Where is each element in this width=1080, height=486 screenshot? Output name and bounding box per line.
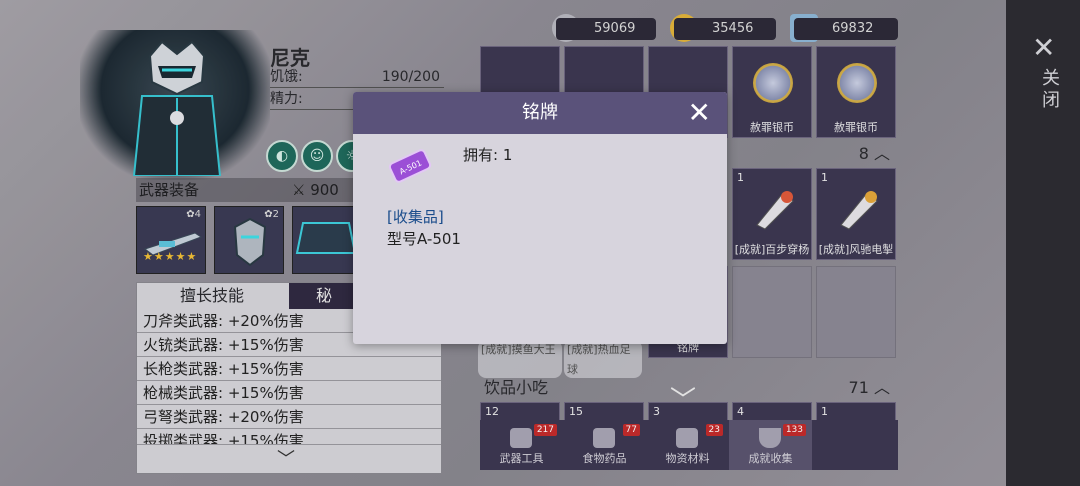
close-icon[interactable]: ✕ [1032, 34, 1055, 62]
close-icon[interactable]: ✕ [688, 92, 711, 134]
close-label[interactable]: 关闭 [1036, 68, 1062, 112]
close-panel[interactable]: ✕ 关闭 [1006, 0, 1080, 486]
owned-count: 拥有: 1 [463, 146, 513, 164]
nameplate-tag-icon: A-501 [388, 149, 432, 183]
item-detail-modal: 铭牌 ✕ A-501 拥有: 1 [收集品] 型号A-501 [353, 92, 727, 344]
modal-header: 铭牌 ✕ [353, 92, 727, 134]
modal-title: 铭牌 [522, 102, 558, 123]
item-category: [收集品] [387, 208, 444, 226]
item-description: 型号A-501 [387, 230, 461, 248]
